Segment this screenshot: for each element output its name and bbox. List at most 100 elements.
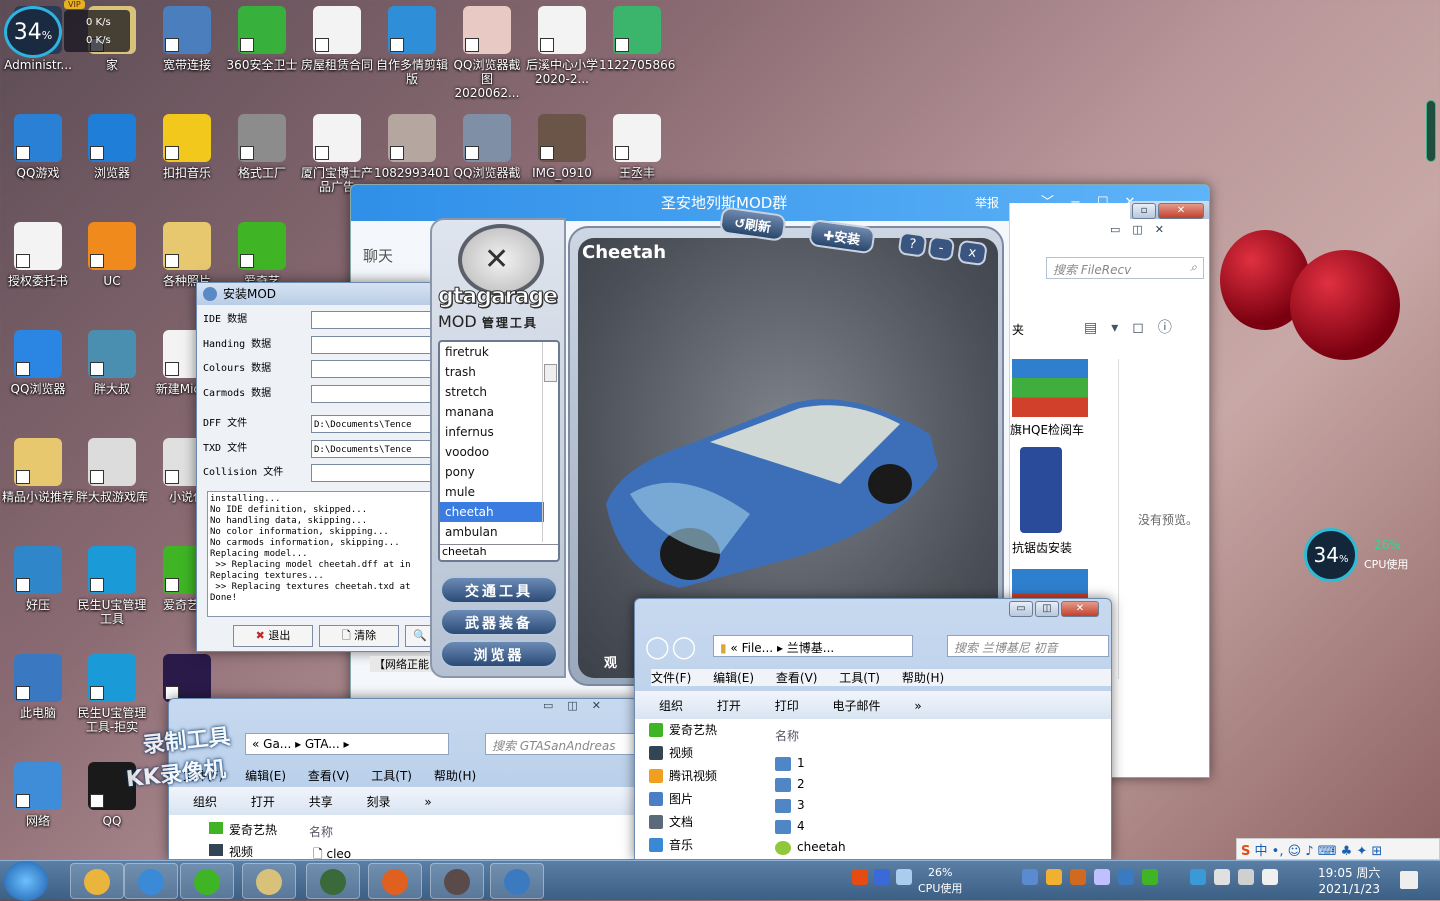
nav-item[interactable]: 爱奇艺热 bbox=[635, 719, 745, 742]
toolbar-item[interactable]: » bbox=[424, 795, 431, 809]
exit-button[interactable]: ✖ 退出 bbox=[233, 625, 313, 647]
menu-item[interactable]: 编辑(E) bbox=[245, 769, 286, 783]
vehicle-list-item[interactable]: stretch bbox=[440, 382, 544, 402]
desktop-icon[interactable]: 房屋租赁合同 bbox=[299, 6, 375, 72]
desktop-icon[interactable]: 后溪中心小学2020-2... bbox=[524, 6, 600, 86]
desktop-icon[interactable]: 网络 bbox=[0, 762, 76, 828]
desktop-icon[interactable]: 授权委托书 bbox=[0, 222, 76, 288]
toolbar-item[interactable]: 电子邮件 bbox=[833, 699, 881, 713]
vehicle-list-item[interactable]: trash bbox=[440, 362, 544, 382]
vehicle-list-scrollbar[interactable] bbox=[542, 342, 558, 542]
tray-icon[interactable] bbox=[1094, 869, 1110, 885]
tray-icon[interactable] bbox=[852, 869, 868, 885]
desktop-icon[interactable]: 各种照片 bbox=[149, 222, 225, 288]
cpu-gadget[interactable]: 34% 26% CPU使用 bbox=[1304, 528, 1428, 582]
desktop-icon[interactable]: QQ浏览器截图2020062... bbox=[449, 6, 525, 100]
mod-field-input[interactable] bbox=[311, 311, 433, 329]
browser-button[interactable]: 浏览器 bbox=[440, 640, 558, 668]
ime-toolbar[interactable]: S 中 •, ☺ ♪ ⌨ ♣ ✦ ⊞ bbox=[1236, 838, 1440, 860]
vehicles-button[interactable]: 交通工具 bbox=[440, 576, 558, 604]
name-column-header[interactable]: 名称 bbox=[775, 727, 799, 744]
vehicle-list-item[interactable]: manana bbox=[440, 402, 544, 422]
explorer-gta-search[interactable]: 搜索 GTASanAndreas bbox=[485, 733, 637, 755]
mod-field-input[interactable] bbox=[311, 464, 433, 482]
tray-icon[interactable] bbox=[1022, 869, 1038, 885]
action-center-icon[interactable] bbox=[1400, 871, 1418, 889]
tray-icon[interactable] bbox=[874, 869, 890, 885]
desktop-icon[interactable]: 胖大叔游戏库 bbox=[74, 438, 150, 504]
gta-path-2[interactable]: GTA... bbox=[305, 737, 340, 751]
tray-icon[interactable] bbox=[1190, 869, 1206, 885]
file-cleo[interactable]: 🗋 cleo bbox=[313, 845, 351, 859]
tray-icon[interactable] bbox=[1214, 869, 1230, 885]
vehicle-list-item[interactable]: infernus bbox=[440, 422, 544, 442]
toolbar-item[interactable]: 组织 bbox=[193, 795, 217, 809]
tray-icon[interactable] bbox=[1046, 869, 1062, 885]
file-row[interactable]: 2 bbox=[763, 774, 1103, 795]
vehicle-list[interactable]: firetruk trash stretch manana infernus voodoo… bbox=[438, 340, 560, 562]
desktop-icon[interactable]: 王丞丰 bbox=[599, 114, 675, 180]
vehicle-list-item[interactable]: firetruk bbox=[440, 342, 544, 362]
vehicle-input[interactable]: cheetah bbox=[440, 544, 558, 560]
explorer-lambo-window[interactable]: ▭ ◫ ✕ ◯◯ ▮ « File... ▸ 兰博基... 搜索 兰博基尼 初音 文… bbox=[634, 598, 1112, 860]
vehicle-list-item[interactable]: cheetah bbox=[440, 502, 544, 522]
tray-icon[interactable] bbox=[1118, 869, 1134, 885]
refresh-button[interactable]: ↺刷新 bbox=[718, 206, 787, 242]
file-row[interactable]: 1 bbox=[763, 753, 1103, 774]
desktop-icon[interactable]: 厦门宝博士产品广告 bbox=[299, 114, 375, 194]
desktop-icon[interactable]: UC bbox=[74, 222, 150, 288]
clock[interactable]: 19:05 周六 2021/1/23 bbox=[1318, 865, 1380, 897]
desktop-icon[interactable]: 民生U宝管理工具 bbox=[74, 546, 150, 626]
help-button[interactable]: ? bbox=[897, 231, 928, 258]
menu-item[interactable]: 编辑(E) bbox=[713, 671, 754, 685]
tray-icon[interactable] bbox=[1070, 869, 1086, 885]
tray-icon[interactable] bbox=[1142, 869, 1158, 885]
gta-path-1[interactable]: Ga... bbox=[263, 737, 291, 751]
toolbar-item[interactable]: 共享 bbox=[309, 795, 333, 809]
name-column-header[interactable]: 名称 bbox=[309, 823, 333, 840]
desktop-icon[interactable]: 宽带连接 bbox=[149, 6, 225, 72]
desktop-icon[interactable]: 爱奇艺 bbox=[224, 222, 300, 288]
desktop-icon[interactable]: QQ浏览器截 bbox=[449, 114, 525, 180]
mod-field-input[interactable] bbox=[311, 384, 433, 403]
taskbar-app-button[interactable] bbox=[490, 863, 544, 899]
mod-field-input[interactable]: D:\Documents\Tence bbox=[311, 439, 433, 458]
nav-item[interactable]: 图片 bbox=[635, 788, 745, 811]
nav-item[interactable]: 音乐 bbox=[635, 834, 745, 857]
scrollbar[interactable] bbox=[1118, 359, 1132, 679]
taskbar-app-button[interactable] bbox=[368, 863, 422, 899]
toolbar-item[interactable]: 打印 bbox=[775, 699, 799, 713]
tray-icon[interactable] bbox=[896, 869, 912, 885]
chat-tab[interactable]: 聊天 bbox=[363, 245, 393, 266]
taskbar-app-button[interactable] bbox=[70, 863, 124, 899]
vehicle-list-item[interactable]: pony bbox=[440, 462, 544, 482]
start-button[interactable] bbox=[4, 861, 48, 901]
install-button[interactable]: ✚安装 bbox=[807, 218, 876, 255]
vehicle-list-scroll-thumb[interactable] bbox=[544, 364, 557, 382]
menu-item[interactable]: 查看(V) bbox=[776, 671, 818, 685]
explorer-gta-controls[interactable]: ▭◫✕ bbox=[543, 699, 615, 712]
desktop-icon[interactable]: 此电脑 bbox=[0, 654, 76, 720]
desktop-icon[interactable]: 360安全卫士 bbox=[224, 6, 300, 72]
desktop-icon[interactable]: 精品小说推荐 bbox=[0, 438, 76, 504]
taskbar-cpu[interactable]: 26% CPU使用 bbox=[918, 865, 962, 897]
mod-field-input[interactable]: D:\Documents\Tence bbox=[311, 415, 433, 433]
menu-item[interactable]: 文件(F) bbox=[651, 671, 691, 685]
menu-item[interactable]: 帮助(H) bbox=[434, 769, 476, 783]
file-item-hqe[interactable]: 旗HQE检阅车 bbox=[1010, 421, 1084, 438]
toolbar-item[interactable]: 打开 bbox=[717, 699, 741, 713]
desktop-icon[interactable]: 1122705866 bbox=[599, 6, 675, 72]
explorer-lambo-controls[interactable]: ▭ ◫ ✕ bbox=[1007, 599, 1111, 619]
nav-item-video[interactable]: 视频 bbox=[209, 843, 253, 859]
toolbar-item[interactable]: » bbox=[914, 699, 921, 713]
vehicle-list-item[interactable]: ambulan bbox=[440, 522, 544, 542]
desktop-icon[interactable]: 胖大叔 bbox=[74, 330, 150, 396]
taskbar-app-button[interactable] bbox=[180, 863, 234, 899]
side-gadget[interactable] bbox=[1426, 100, 1436, 162]
explorer-lambo-search[interactable]: 搜索 兰博基尼 初音 bbox=[947, 635, 1109, 657]
phone-file-icon[interactable] bbox=[1020, 447, 1062, 533]
vehicle-list-item[interactable]: voodoo bbox=[440, 442, 544, 462]
clear-button[interactable]: 🗋 清除 bbox=[319, 625, 399, 647]
lambo-path-1[interactable]: File... bbox=[742, 641, 774, 655]
filerecv-title-buttons[interactable]: ▫ ✕ bbox=[1130, 201, 1209, 219]
